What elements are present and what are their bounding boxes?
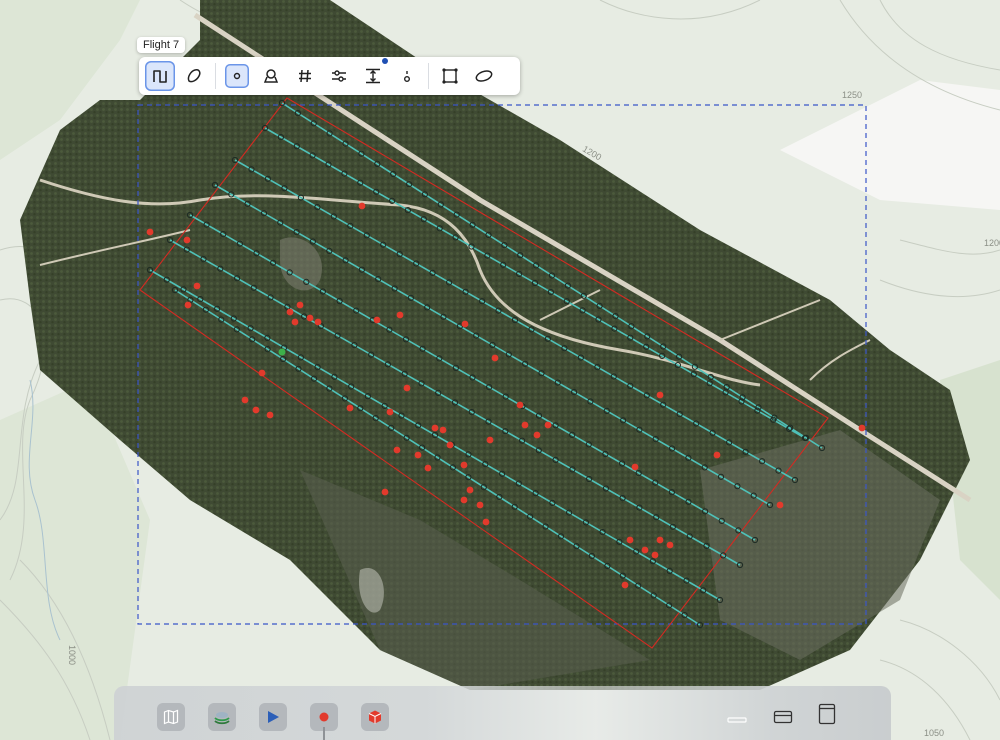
detection-marker[interactable] [431, 424, 439, 432]
detection-marker[interactable] [296, 301, 304, 309]
detection-marker[interactable] [193, 282, 201, 290]
detection-marker[interactable] [446, 441, 454, 449]
map-button[interactable] [157, 703, 185, 731]
point-of-interest-button[interactable] [392, 61, 422, 91]
point-of-interest-icon [403, 71, 410, 82]
detection-marker[interactable] [641, 546, 649, 554]
detection-marker[interactable] [439, 426, 447, 434]
detection-marker[interactable] [424, 464, 432, 472]
grid-button[interactable] [290, 61, 320, 91]
map-canvas[interactable] [0, 0, 1000, 740]
detection-marker[interactable] [521, 421, 529, 429]
detection-marker[interactable] [381, 488, 389, 496]
grid-icon [299, 69, 311, 83]
contour-label: 1250 [842, 90, 863, 100]
play-button[interactable] [259, 703, 287, 731]
detection-marker[interactable] [314, 318, 322, 326]
camera-trigger-button[interactable] [256, 61, 286, 91]
detection-marker[interactable] [544, 421, 552, 429]
lawnmower-pattern-button[interactable] [145, 61, 175, 91]
detection-marker[interactable] [656, 391, 664, 399]
minimize-panel-button[interactable] [724, 712, 750, 728]
full-panel-icon [818, 703, 836, 725]
minimize-panel-icon [727, 717, 747, 723]
lawnmower-pattern-icon [153, 70, 167, 83]
altitude-button[interactable] [358, 58, 388, 91]
contour-label: 1200 [984, 238, 1000, 248]
altitude-sliders-icon [332, 70, 346, 82]
notification-dot [382, 58, 388, 64]
detection-marker[interactable] [346, 404, 354, 412]
detection-marker[interactable] [476, 501, 484, 509]
detection-marker[interactable] [516, 401, 524, 409]
detection-marker[interactable] [403, 384, 411, 392]
half-panel-button[interactable] [770, 706, 796, 728]
freeform-area-icon [187, 69, 201, 83]
detection-marker[interactable] [482, 518, 490, 526]
layers-button[interactable] [208, 703, 236, 731]
3d-box-button[interactable] [361, 703, 389, 731]
detection-marker[interactable] [656, 536, 664, 544]
detection-marker[interactable] [266, 411, 274, 419]
3d-box-icon [368, 710, 382, 724]
record-icon [319, 712, 329, 722]
detection-marker[interactable] [184, 301, 192, 309]
detection-marker[interactable] [241, 396, 249, 404]
detection-marker[interactable] [183, 236, 191, 244]
detection-marker[interactable] [286, 308, 294, 316]
detection-marker[interactable] [258, 369, 266, 377]
detection-marker[interactable] [460, 461, 468, 469]
contour-label: 1000 [67, 644, 78, 666]
detection-marker[interactable] [386, 408, 394, 416]
play-icon [268, 711, 279, 723]
contour-label: 1050 [924, 728, 945, 738]
waypoint-icon [233, 72, 241, 80]
detection-marker[interactable] [486, 436, 494, 444]
detection-marker[interactable] [393, 446, 401, 454]
panel-drag-handle[interactable] [323, 727, 325, 740]
detection-marker[interactable] [466, 486, 474, 494]
detection-marker[interactable] [631, 463, 639, 471]
full-panel-button[interactable] [814, 700, 840, 728]
toolbar-divider [428, 63, 429, 89]
detection-marker[interactable] [306, 314, 314, 322]
home-marker [278, 348, 286, 356]
detection-marker[interactable] [626, 536, 634, 544]
waypoint-button[interactable] [225, 64, 249, 88]
detection-marker[interactable] [533, 431, 541, 439]
freeform-area-button[interactable] [179, 61, 209, 91]
polygon-icon [442, 68, 458, 84]
detection-marker[interactable] [776, 501, 784, 509]
detection-marker[interactable] [291, 318, 299, 326]
altitude-sliders-button[interactable] [324, 61, 354, 91]
bottom-toolbar [114, 686, 891, 740]
mission-toolbar [139, 57, 520, 95]
ellipse-icon [475, 70, 493, 82]
detection-marker[interactable] [713, 451, 721, 459]
altitude-icon [366, 68, 380, 84]
toolbar-divider [215, 63, 216, 89]
detection-marker[interactable] [491, 354, 499, 362]
detection-marker[interactable] [252, 406, 260, 414]
half-panel-icon [773, 710, 793, 724]
detection-marker[interactable] [414, 451, 422, 459]
detection-marker[interactable] [666, 541, 674, 549]
layers-icon [214, 712, 230, 725]
detection-marker[interactable] [621, 581, 629, 589]
detection-marker[interactable] [461, 320, 469, 328]
detection-marker[interactable] [460, 496, 468, 504]
flight-name-label: Flight 7 [137, 37, 186, 53]
map-icon [163, 709, 179, 725]
detection-marker[interactable] [651, 551, 659, 559]
camera-trigger-icon [263, 69, 279, 83]
ellipse-button[interactable] [469, 61, 499, 91]
detection-marker[interactable] [373, 316, 381, 324]
detection-marker[interactable] [858, 424, 866, 432]
detection-marker[interactable] [358, 202, 366, 210]
detection-marker[interactable] [146, 228, 154, 236]
detection-marker[interactable] [396, 311, 404, 319]
polygon-button[interactable] [435, 61, 465, 91]
